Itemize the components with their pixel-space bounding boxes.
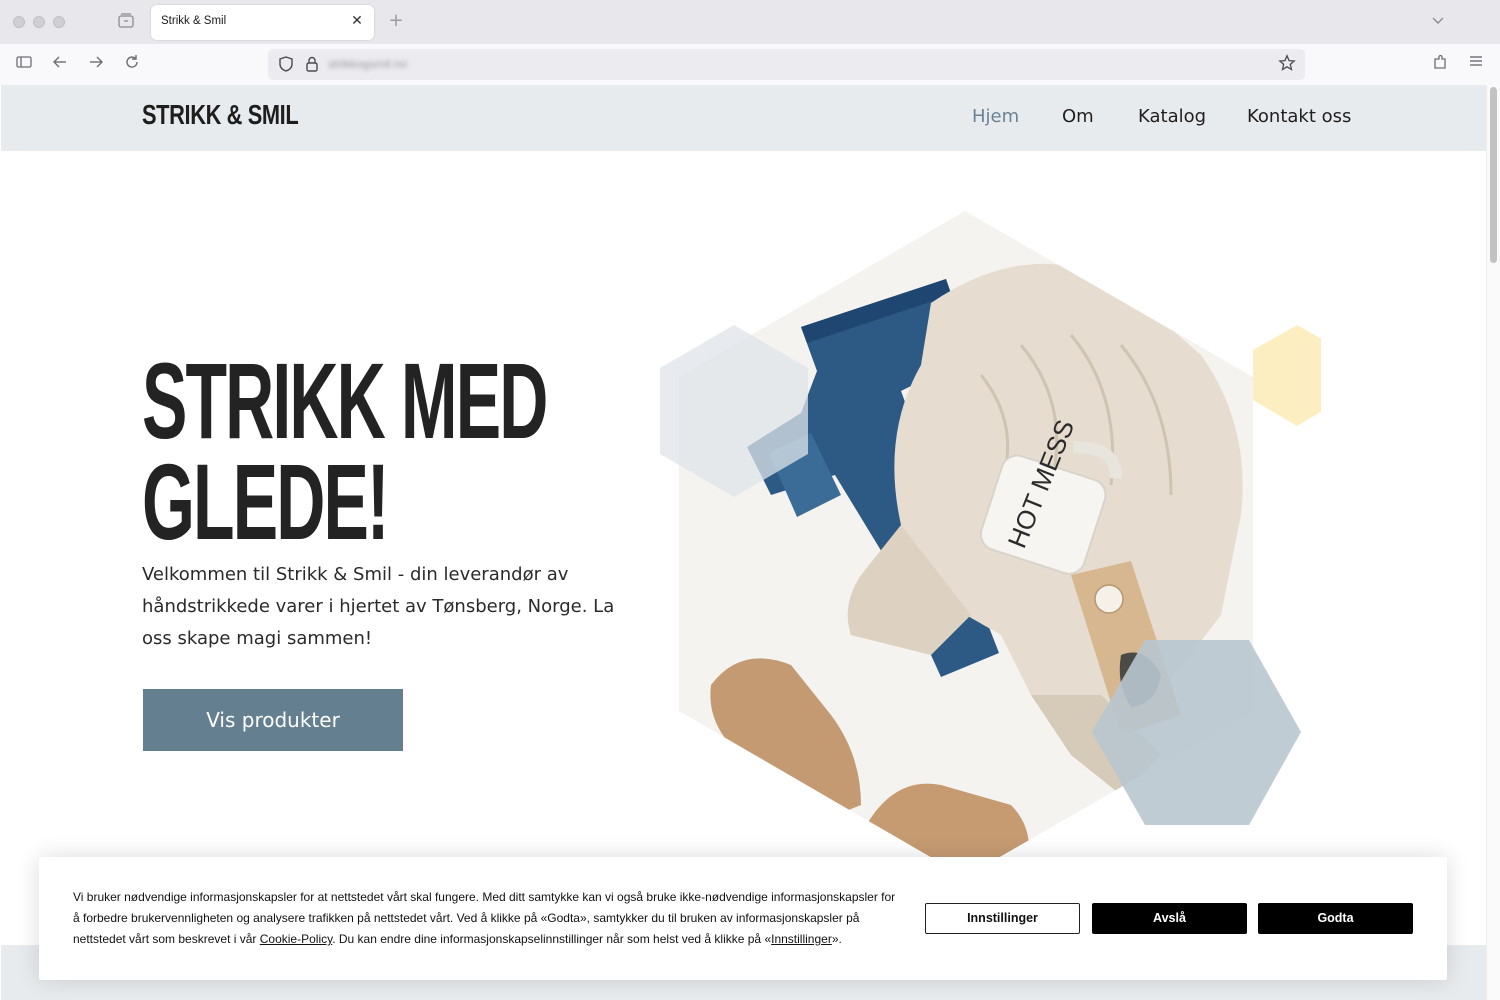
tab-bar: Strikk & Smil ✕ + [0,0,1500,44]
hero-image: HOT MESS [623,211,1321,875]
cookie-reject-button[interactable]: Avslå [1092,903,1247,934]
cookie-banner: Vi bruker nødvendige informasjonskapsler… [39,857,1447,980]
scrollbar-thumb[interactable] [1490,87,1497,263]
tab-overview-icon[interactable] [116,12,136,32]
page-scrollbar[interactable] [1486,85,1500,1000]
nav-link-katalog[interactable]: Katalog [1138,106,1206,127]
new-tab-icon[interactable]: + [386,11,406,31]
close-tab-icon[interactable]: ✕ [348,12,366,30]
url-text: strikkogsmil.no [328,57,408,71]
sidebar-toggle-icon[interactable] [13,53,35,75]
site-logo[interactable]: STRIKK & SMIL [142,99,299,131]
decorative-hexagon-yellow-top [1253,325,1321,426]
cookie-text-part-3: ». [831,932,842,946]
site-header: STRIKK & SMIL Hjem Om Katalog Kontakt os… [1,85,1486,151]
hero-intro-text: Velkommen til Strikk & Smil - din levera… [142,564,615,649]
show-products-button[interactable]: Vis produkter [143,689,403,751]
cookie-banner-text: Vi bruker nødvendige informasjonskapsler… [73,887,903,950]
browser-chrome: Strikk & Smil ✕ + strikkogsmil.no [0,0,1500,85]
zoom-window-button[interactable] [53,16,65,28]
cookie-settings-button[interactable]: Innstillinger [925,903,1080,934]
nav-link-kontakt-oss[interactable]: Kontakt oss [1247,106,1351,127]
cookie-settings-link[interactable]: Innstillinger [771,932,832,946]
cookie-text-part-2: . Du kan endre dine informasjonskapselin… [332,932,772,946]
browser-tab-active[interactable]: Strikk & Smil ✕ [151,5,374,40]
back-arrow-icon[interactable] [49,53,71,75]
tracking-shield-icon[interactable] [276,54,296,74]
address-bar[interactable]: strikkogsmil.no [268,49,1305,80]
extensions-icon[interactable] [1429,53,1451,75]
nav-link-om[interactable]: Om [1062,106,1094,127]
minimize-window-button[interactable] [33,16,45,28]
cookie-policy-link[interactable]: Cookie-Policy [260,932,332,946]
nav-link-hjem[interactable]: Hjem [972,106,1019,127]
hamburger-menu-icon[interactable] [1465,53,1487,75]
hero-title: STRIKK MED GLEDE! [142,347,548,556]
navigation-toolbar: strikkogsmil.no [0,44,1500,85]
reload-icon[interactable] [121,53,143,75]
bookmark-star-icon[interactable] [1277,54,1297,74]
lock-icon[interactable] [303,54,321,74]
close-window-button[interactable] [13,16,25,28]
forward-arrow-icon[interactable] [85,53,107,75]
cookie-accept-button[interactable]: Godta [1258,903,1413,934]
tab-list-chevron-icon[interactable] [1428,12,1448,32]
hero-title-line-2: GLEDE! [142,441,390,562]
tab-title: Strikk & Smil [161,15,227,27]
